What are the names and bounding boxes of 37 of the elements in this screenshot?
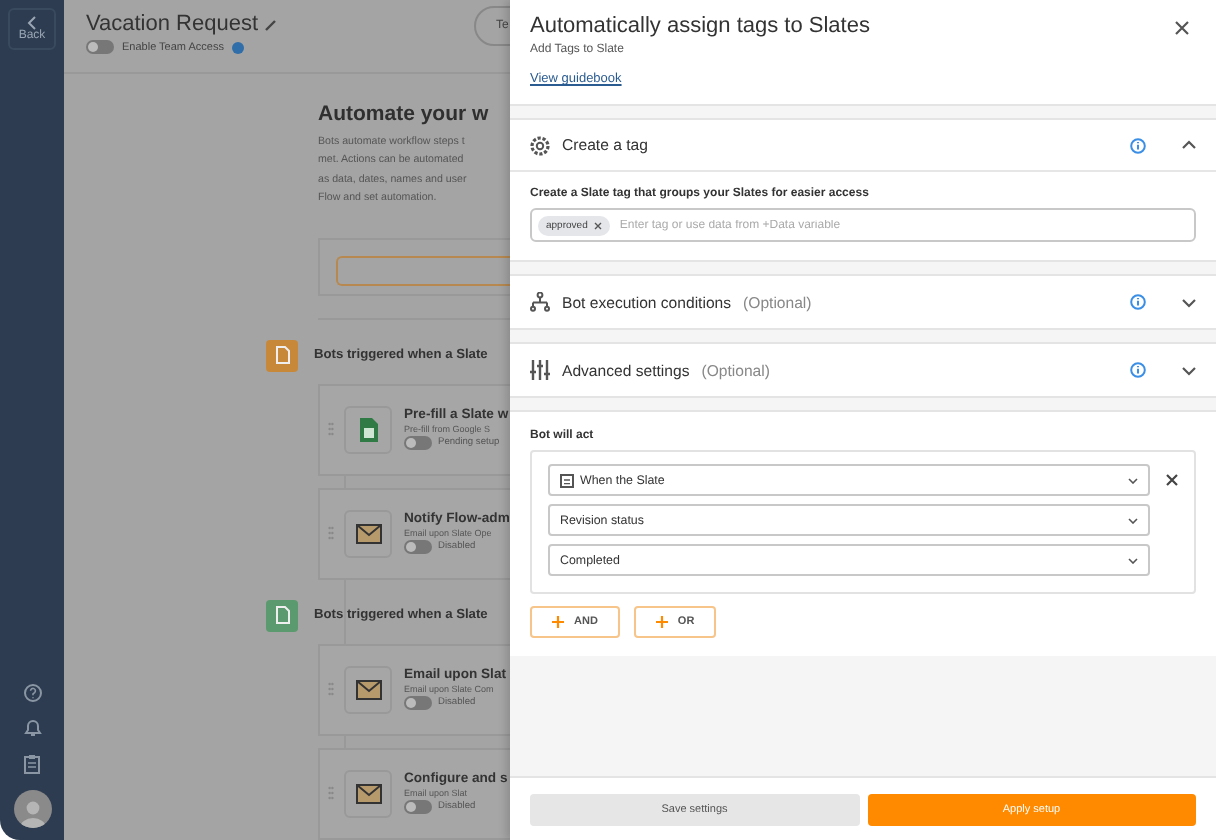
chevron-left-icon [26,16,38,30]
settings-icon [530,135,550,155]
avatar[interactable] [13,790,51,828]
sliders-icon [530,360,550,380]
pencil-icon[interactable] [264,17,279,31]
info-icon[interactable] [1130,294,1146,310]
caret-icon [1128,477,1138,483]
bell-icon[interactable] [23,718,41,738]
toggle-switch[interactable] [404,436,432,451]
info-icon[interactable] [1130,137,1146,153]
chevron-up-icon[interactable] [1182,140,1196,150]
clipboard-icon[interactable] [24,754,40,774]
info-icon[interactable] [1130,362,1146,378]
chevron-down-icon[interactable] [1182,297,1196,307]
help-icon[interactable] [23,684,41,702]
toggle-switch[interactable] [404,800,432,815]
close-button[interactable] [1174,20,1190,36]
toggle-switch[interactable] [404,696,432,711]
info-icon[interactable] [231,41,244,53]
document-icon [560,473,574,487]
plus-icon [655,616,668,628]
envelope-icon [355,679,381,700]
spreadsheet-icon [359,417,377,442]
remove-icon[interactable] [593,221,602,229]
page-title: Vacation Request [86,12,259,36]
envelope-icon [355,783,381,804]
panel-title: Automatically assign tags to Slates [530,14,872,38]
input-field[interactable] [336,255,510,286]
envelope-icon [355,523,381,544]
chevron-down-icon[interactable] [1182,365,1196,375]
caret-icon [1128,517,1138,523]
caret-icon [1128,557,1138,563]
toggle-switch[interactable] [86,40,114,54]
section-heading: Automate your w [318,102,491,126]
hierarchy-icon [530,292,550,312]
plus-icon [552,616,564,628]
toggle-switch[interactable] [404,540,432,555]
